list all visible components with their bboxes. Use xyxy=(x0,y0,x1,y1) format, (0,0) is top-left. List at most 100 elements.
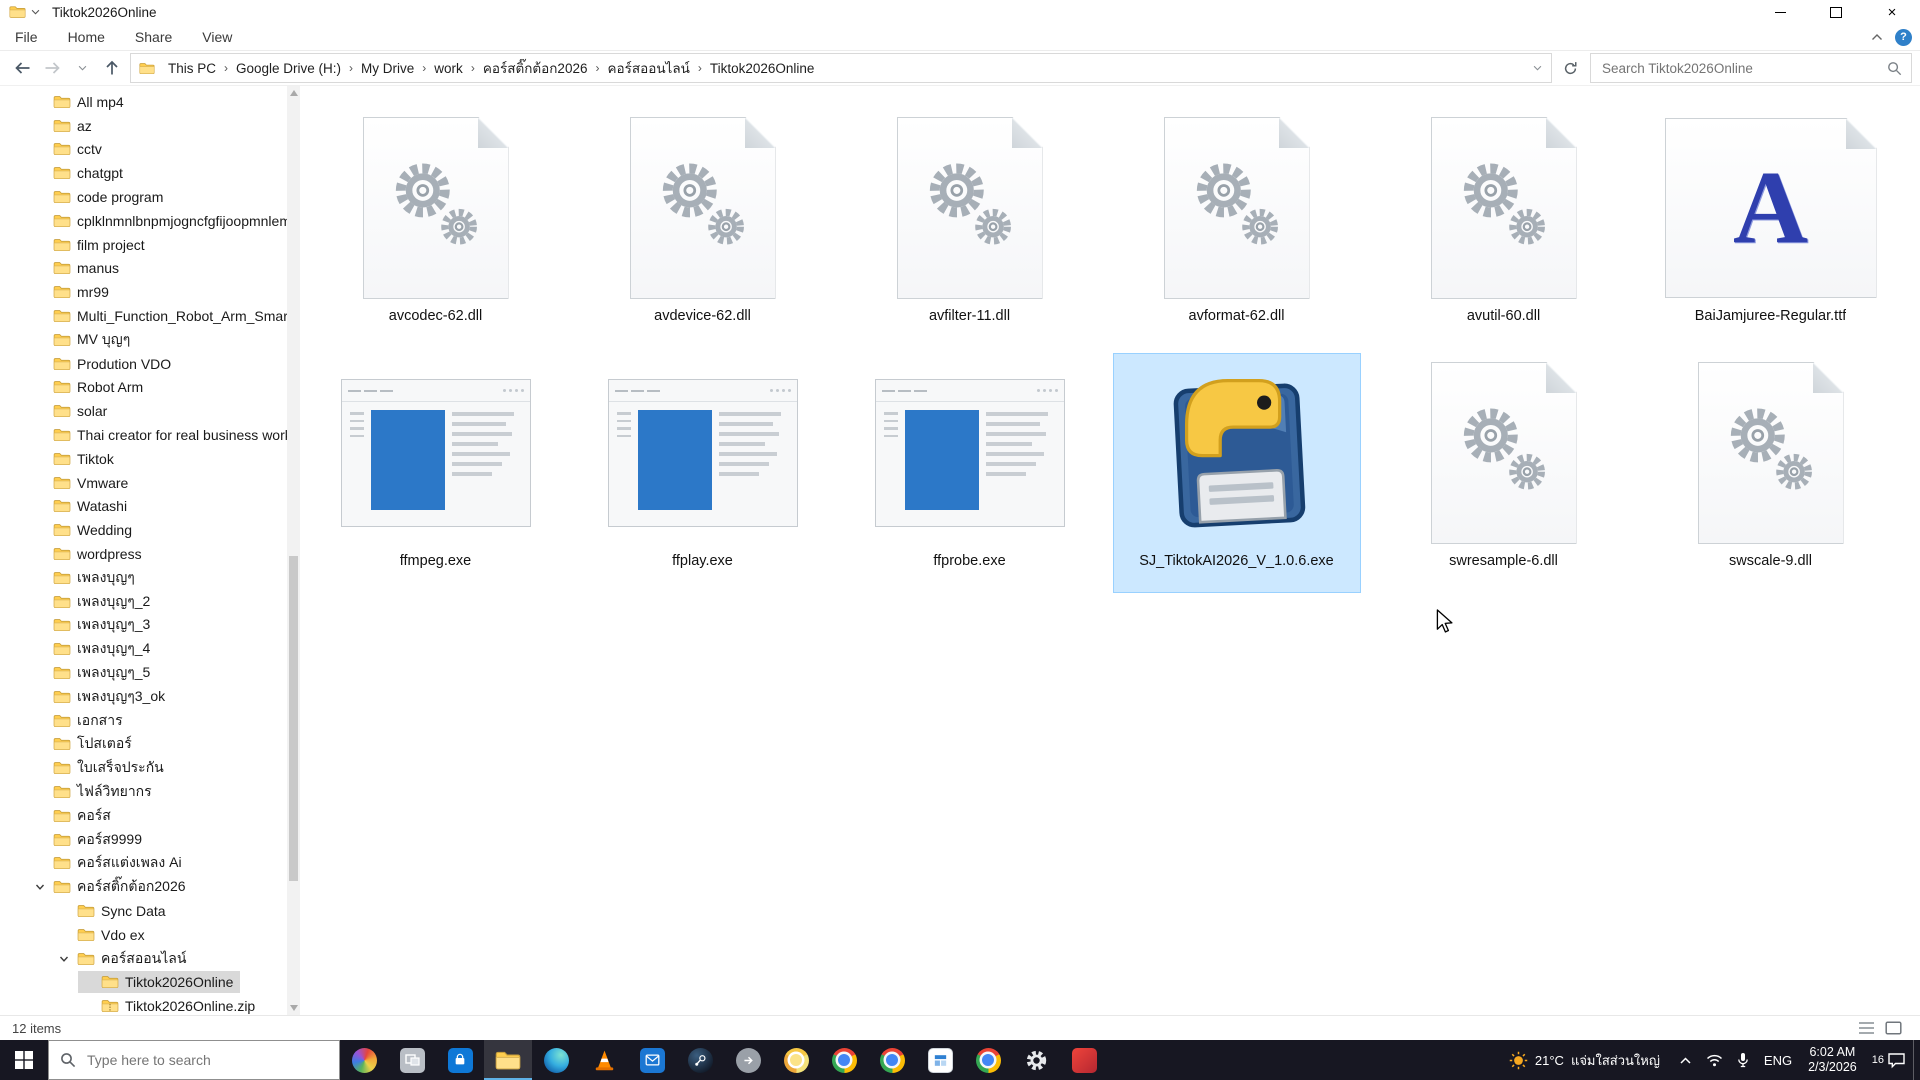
start-button[interactable] xyxy=(0,1040,48,1080)
breadcrumb-item-4[interactable]: คอร์สติ๊กต้อก2026 xyxy=(476,57,595,79)
clock[interactable]: 6:02 AM2/3/2026 xyxy=(1800,1040,1865,1080)
language-indicator[interactable]: ENG xyxy=(1756,1040,1800,1080)
gray-circle-app-icon[interactable] xyxy=(724,1040,772,1080)
tree-item-38[interactable]: Tiktok2026Online.zip xyxy=(0,994,300,1015)
chrome-yellow-icon[interactable] xyxy=(772,1040,820,1080)
tree-item-row[interactable]: คอร์สออนไลน์ xyxy=(54,948,193,970)
tree-item-3[interactable]: chatgpt xyxy=(0,161,300,185)
minimize-button[interactable] xyxy=(1752,0,1808,24)
maximize-button[interactable] xyxy=(1808,0,1864,24)
collapse-ribbon-icon[interactable] xyxy=(1871,33,1883,41)
tree-item-row[interactable]: mr99 xyxy=(30,281,116,303)
tree-item-row[interactable]: solar xyxy=(30,400,114,422)
tree-item-row[interactable]: เพลงบุญๆ_4 xyxy=(30,638,157,660)
store-icon[interactable] xyxy=(436,1040,484,1080)
details-view-button[interactable] xyxy=(1858,1021,1875,1035)
chevron-expanded-icon[interactable] xyxy=(56,955,71,963)
tree-item-7[interactable]: manus xyxy=(0,257,300,281)
tree-item-row[interactable]: คอร์สแต่งเพลง Ai xyxy=(30,852,189,874)
file-list-pane[interactable]: avcodec-62.dllavdevice-62.dllavfilter-11… xyxy=(300,86,1920,1015)
tree-item-row[interactable]: All mp4 xyxy=(30,91,131,113)
file-avdevice-62.dll[interactable]: avdevice-62.dll xyxy=(579,108,827,348)
weather-widget[interactable]: 21°C แจ่มใสส่วนใหญ่ xyxy=(1497,1050,1672,1071)
show-desktop-button[interactable] xyxy=(1913,1040,1920,1080)
up-button[interactable] xyxy=(98,54,126,82)
file-avfilter-11.dll[interactable]: avfilter-11.dll xyxy=(846,108,1094,348)
tree-item-row[interactable]: เพลงบุญๆ3_ok xyxy=(30,686,172,708)
explorer-search-input[interactable] xyxy=(1600,60,1887,77)
tree-item-5[interactable]: cplklnmnlbnpmjogncfgfijoopmnlemp xyxy=(0,209,300,233)
tree-item-21[interactable]: เพลงบุญๆ_2 xyxy=(0,590,300,614)
file-explorer-icon[interactable] xyxy=(484,1040,532,1080)
tree-item-row[interactable]: คอร์ส xyxy=(30,805,118,827)
tree-item-12[interactable]: Robot Arm xyxy=(0,376,300,400)
tree-item-34[interactable]: Sync Data xyxy=(0,899,300,923)
breadcrumb-item-6[interactable]: Tiktok2026Online xyxy=(703,61,822,76)
chevron-expanded-icon[interactable] xyxy=(32,883,47,891)
address-box[interactable]: This PC›Google Drive (H:)›My Drive›work›… xyxy=(130,53,1552,83)
tree-item-row[interactable]: ใบเสร็จประกัน xyxy=(30,757,171,779)
tab-view[interactable]: View xyxy=(187,24,247,50)
tree-item-row[interactable]: Sync Data xyxy=(54,900,173,922)
tree-item-32[interactable]: คอร์สแต่งเพลง Ai xyxy=(0,852,300,876)
blue-window-app-icon[interactable] xyxy=(916,1040,964,1080)
tree-item-row[interactable]: ไฟล์วิทยากร xyxy=(30,781,159,803)
tab-share[interactable]: Share xyxy=(120,24,187,50)
tree-item-16[interactable]: Vmware xyxy=(0,471,300,495)
tree-item-11[interactable]: Prodution VDO xyxy=(0,352,300,376)
tab-file[interactable]: File xyxy=(0,24,53,50)
tree-item-row[interactable]: เพลงบุญๆ_5 xyxy=(30,662,157,684)
file-swscale-9.dll[interactable]: swscale-9.dll xyxy=(1647,353,1895,593)
tree-item-15[interactable]: Tiktok xyxy=(0,447,300,471)
settings-gear-icon[interactable] xyxy=(1012,1040,1060,1080)
tab-home[interactable]: Home xyxy=(53,24,120,50)
tree-item-row[interactable]: Watashi xyxy=(30,495,134,517)
customize-toolbar-caret-icon[interactable] xyxy=(31,9,40,15)
tree-item-row[interactable]: Vdo ex xyxy=(54,924,152,946)
tree-item-row[interactable]: Wedding xyxy=(30,519,139,541)
tree-item-20[interactable]: เพลงบุญๆ xyxy=(0,566,300,590)
recent-locations-button[interactable] xyxy=(68,54,96,82)
anydesk-icon[interactable] xyxy=(1060,1040,1108,1080)
tree-item-row[interactable]: Robot Arm xyxy=(30,376,150,398)
gray-window-app-icon[interactable] xyxy=(388,1040,436,1080)
tree-item-27[interactable]: โปสเตอร์ xyxy=(0,733,300,757)
breadcrumb-item-5[interactable]: คอร์สออนไลน์ xyxy=(600,57,696,79)
microphone-button[interactable] xyxy=(1730,1040,1756,1080)
chrome-icon[interactable] xyxy=(820,1040,868,1080)
tree-item-30[interactable]: คอร์ส xyxy=(0,804,300,828)
colorful-swirl-app-icon[interactable] xyxy=(340,1040,388,1080)
tree-item-35[interactable]: Vdo ex xyxy=(0,923,300,947)
file-ffprobe.exe[interactable]: ffprobe.exe xyxy=(846,353,1094,593)
tree-item-2[interactable]: cctv xyxy=(0,138,300,162)
tree-item-22[interactable]: เพลงบุญๆ_3 xyxy=(0,614,300,638)
file-ffmpeg.exe[interactable]: ffmpeg.exe xyxy=(312,353,560,593)
address-history-caret-icon[interactable] xyxy=(1524,65,1551,71)
tree-item-row[interactable]: manus xyxy=(30,257,126,279)
tree-item-17[interactable]: Watashi xyxy=(0,495,300,519)
tree-item-4[interactable]: code program xyxy=(0,185,300,209)
file-swresample-6.dll[interactable]: swresample-6.dll xyxy=(1380,353,1628,593)
chrome-icon-3[interactable] xyxy=(964,1040,1012,1080)
chrome-icon-2[interactable] xyxy=(868,1040,916,1080)
tree-item-1[interactable]: az xyxy=(0,114,300,138)
scroll-down-icon[interactable] xyxy=(290,1005,298,1011)
tree-item-row[interactable]: cctv xyxy=(30,138,109,160)
tree-item-8[interactable]: mr99 xyxy=(0,280,300,304)
help-icon[interactable]: ? xyxy=(1895,29,1912,46)
tree-item-row[interactable]: Tiktok2026Online xyxy=(78,971,240,993)
tree-item-row[interactable]: cplklnmnlbnpmjogncfgfijoopmnlemp xyxy=(30,210,300,232)
tree-item-26[interactable]: เอกสาร xyxy=(0,709,300,733)
tree-item-37[interactable]: Tiktok2026Online xyxy=(0,970,300,994)
tree-item-row[interactable]: เพลงบุญๆ_2 xyxy=(30,591,157,613)
refresh-button[interactable] xyxy=(1556,54,1584,82)
tree-item-row[interactable]: Multi_Function_Robot_Arm_Smart_Car xyxy=(30,305,300,327)
tree-item-row[interactable]: chatgpt xyxy=(30,162,130,184)
tree-item-23[interactable]: เพลงบุญๆ_4 xyxy=(0,637,300,661)
taskbar-search-input[interactable] xyxy=(85,1051,328,1069)
tree-item-36[interactable]: คอร์สออนไลน์ xyxy=(0,947,300,971)
mail-icon[interactable] xyxy=(628,1040,676,1080)
file-BaiJamjuree-Regular.ttf[interactable]: ABaiJamjuree-Regular.ttf xyxy=(1647,108,1895,348)
tree-item-row[interactable]: คอร์ส9999 xyxy=(30,829,149,851)
tree-item-row[interactable]: wordpress xyxy=(30,543,149,565)
